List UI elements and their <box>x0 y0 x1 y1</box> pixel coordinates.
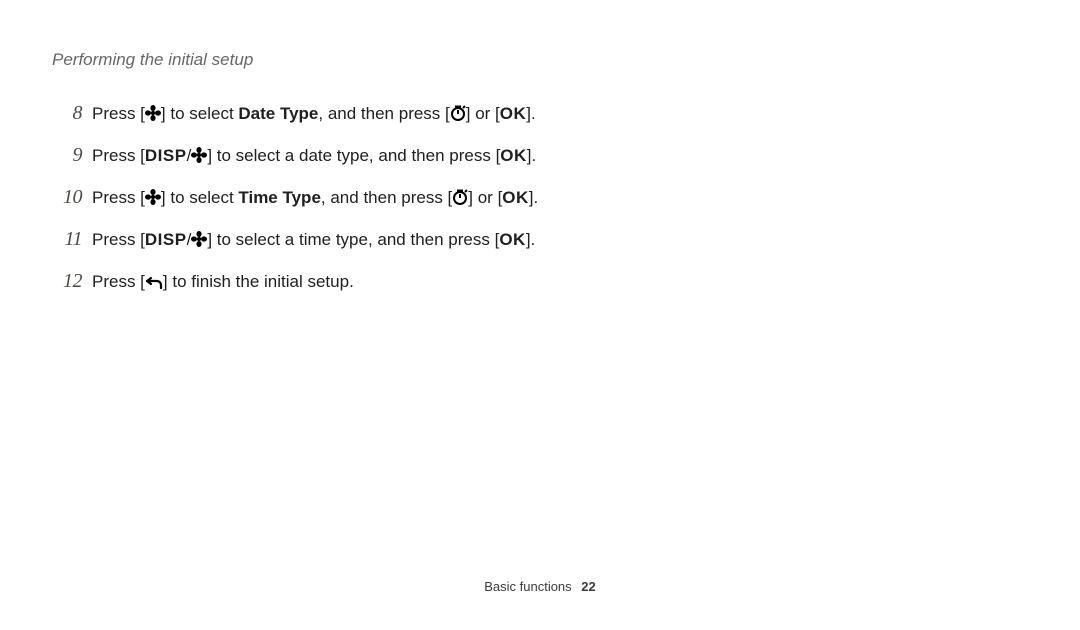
section-title: Performing the initial setup <box>52 50 1028 70</box>
macro-icon <box>145 105 161 121</box>
page-footer: Basic functions 22 <box>0 579 1080 594</box>
step-number: 9 <box>52 140 92 170</box>
step-body: Press [DISP/] to select a time type, and… <box>92 227 1028 253</box>
macro-icon <box>191 147 207 163</box>
back-icon <box>145 275 163 289</box>
disp-label: DISP <box>145 230 187 249</box>
step-body: Press [] to select Time Type, and then p… <box>92 185 1028 211</box>
timer-icon <box>452 189 468 205</box>
step-number: 12 <box>52 266 92 296</box>
footer-page-number: 22 <box>581 579 595 594</box>
steps-list: 8Press [] to select Date Type, and then … <box>52 98 1028 296</box>
macro-icon <box>191 231 207 247</box>
ok-label: OK <box>499 230 526 249</box>
disp-label: DISP <box>145 146 187 165</box>
step-body: Press [] to select Date Type, and then p… <box>92 101 1028 127</box>
ok-label: OK <box>502 188 529 207</box>
step-item: 9Press [DISP/] to select a date type, an… <box>52 140 1028 170</box>
step-number: 11 <box>52 224 92 254</box>
step-item: 8Press [] to select Date Type, and then … <box>52 98 1028 128</box>
timer-icon <box>450 105 466 121</box>
step-body: Press [] to finish the initial setup. <box>92 269 1028 295</box>
step-number: 10 <box>52 182 92 212</box>
macro-icon <box>145 189 161 205</box>
step-body: Press [DISP/] to select a date type, and… <box>92 143 1028 169</box>
emphasis: Date Type <box>238 104 318 123</box>
emphasis: Time Type <box>238 188 321 207</box>
manual-page: Performing the initial setup 8Press [] t… <box>0 0 1080 630</box>
step-item: 10Press [] to select Time Type, and then… <box>52 182 1028 212</box>
ok-label: OK <box>500 104 527 123</box>
ok-label: OK <box>500 146 527 165</box>
step-number: 8 <box>52 98 92 128</box>
step-item: 11Press [DISP/] to select a time type, a… <box>52 224 1028 254</box>
footer-section: Basic functions <box>484 579 571 594</box>
step-item: 12Press [] to finish the initial setup. <box>52 266 1028 296</box>
